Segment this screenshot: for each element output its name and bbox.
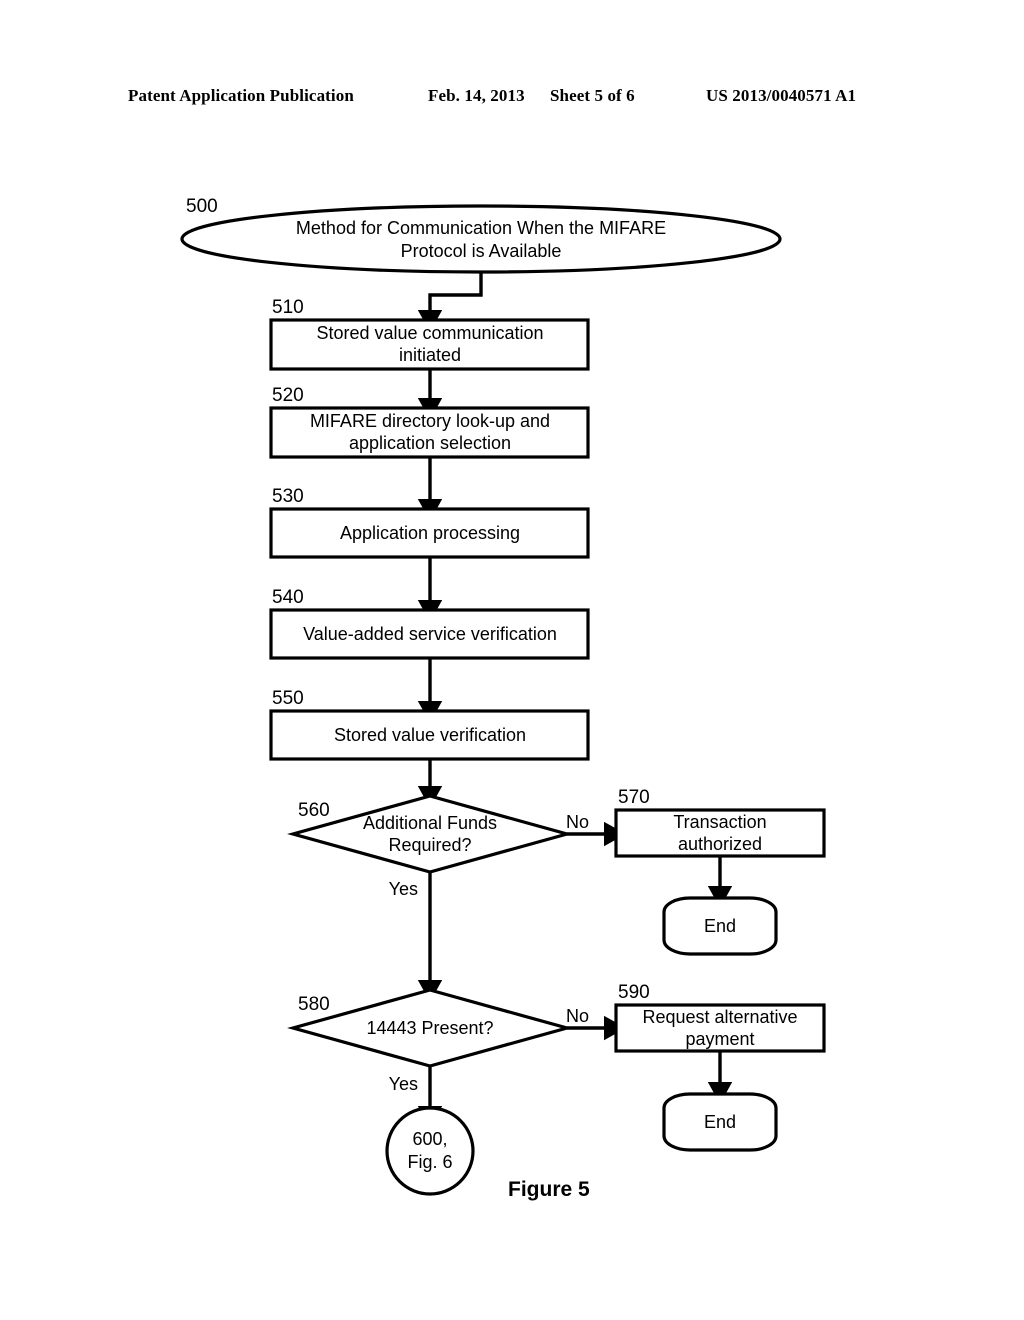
process-520-line1: MIFARE directory look-up and xyxy=(310,411,550,431)
start-node-line1: Method for Communication When the MIFARE xyxy=(296,218,666,238)
decision-node-560: Additional Funds Required? 560 xyxy=(287,794,573,874)
process-520-line2: application selection xyxy=(349,433,511,453)
ref-label-560: 560 xyxy=(298,800,330,821)
edge-label-580-no: No xyxy=(566,1006,589,1026)
process-570-line2: authorized xyxy=(678,834,762,854)
ref-label-580: 580 xyxy=(298,994,330,1015)
process-550-line1: Stored value verification xyxy=(334,725,526,745)
process-530-line1: Application processing xyxy=(340,523,520,543)
flowchart: Method for Communication When the MIFARE… xyxy=(180,196,826,1196)
process-node-570: Transaction authorized 570 xyxy=(614,787,826,858)
end-node-1-label: End xyxy=(704,916,736,936)
start-oval-shape xyxy=(180,204,782,274)
edge-label-560-no: No xyxy=(566,812,589,832)
ref-label-500: 500 xyxy=(186,196,218,217)
ref-label-530: 530 xyxy=(272,486,304,507)
ref-label-590: 590 xyxy=(618,982,650,1003)
process-510-line2: initiated xyxy=(399,345,461,365)
end-node-2-label: End xyxy=(704,1112,736,1132)
ref-label-520: 520 xyxy=(272,385,304,406)
ref-label-510: 510 xyxy=(272,297,304,318)
offpage-connector-line1: 600, xyxy=(412,1129,447,1149)
end-node-2: End xyxy=(662,1092,778,1152)
process-node-590: Request alternative payment 590 xyxy=(614,982,826,1053)
offpage-connector-600: 600, Fig. 6 xyxy=(385,1106,475,1196)
start-node-500: Method for Communication When the MIFARE… xyxy=(180,196,782,274)
start-node-line2: Protocol is Available xyxy=(401,241,562,261)
process-570-line1: Transaction xyxy=(673,812,766,832)
connector-500-to-510 xyxy=(417,272,483,333)
decision-560-line1: Additional Funds xyxy=(363,813,497,833)
ref-label-550: 550 xyxy=(272,688,304,709)
decision-node-580: 14443 Present? 580 xyxy=(287,988,573,1068)
figure-caption: Figure 5 xyxy=(508,1178,590,1201)
process-510-line1: Stored value communication xyxy=(316,323,543,343)
ref-label-540: 540 xyxy=(272,587,304,608)
decision-560-line2: Required? xyxy=(388,835,471,855)
ref-label-570: 570 xyxy=(618,787,650,808)
end-node-1: End xyxy=(662,896,778,956)
patent-figure-page: Patent Application Publication Feb. 14, … xyxy=(0,0,1024,1320)
edge-label-560-yes: Yes xyxy=(389,879,418,899)
process-590-line1: Request alternative xyxy=(642,1007,797,1027)
process-540-line1: Value-added service verification xyxy=(303,624,557,644)
offpage-connector-line2: Fig. 6 xyxy=(407,1152,452,1172)
decision-580-line1: 14443 Present? xyxy=(366,1018,493,1038)
process-590-line2: payment xyxy=(685,1029,754,1049)
edge-label-580-yes: Yes xyxy=(389,1074,418,1094)
